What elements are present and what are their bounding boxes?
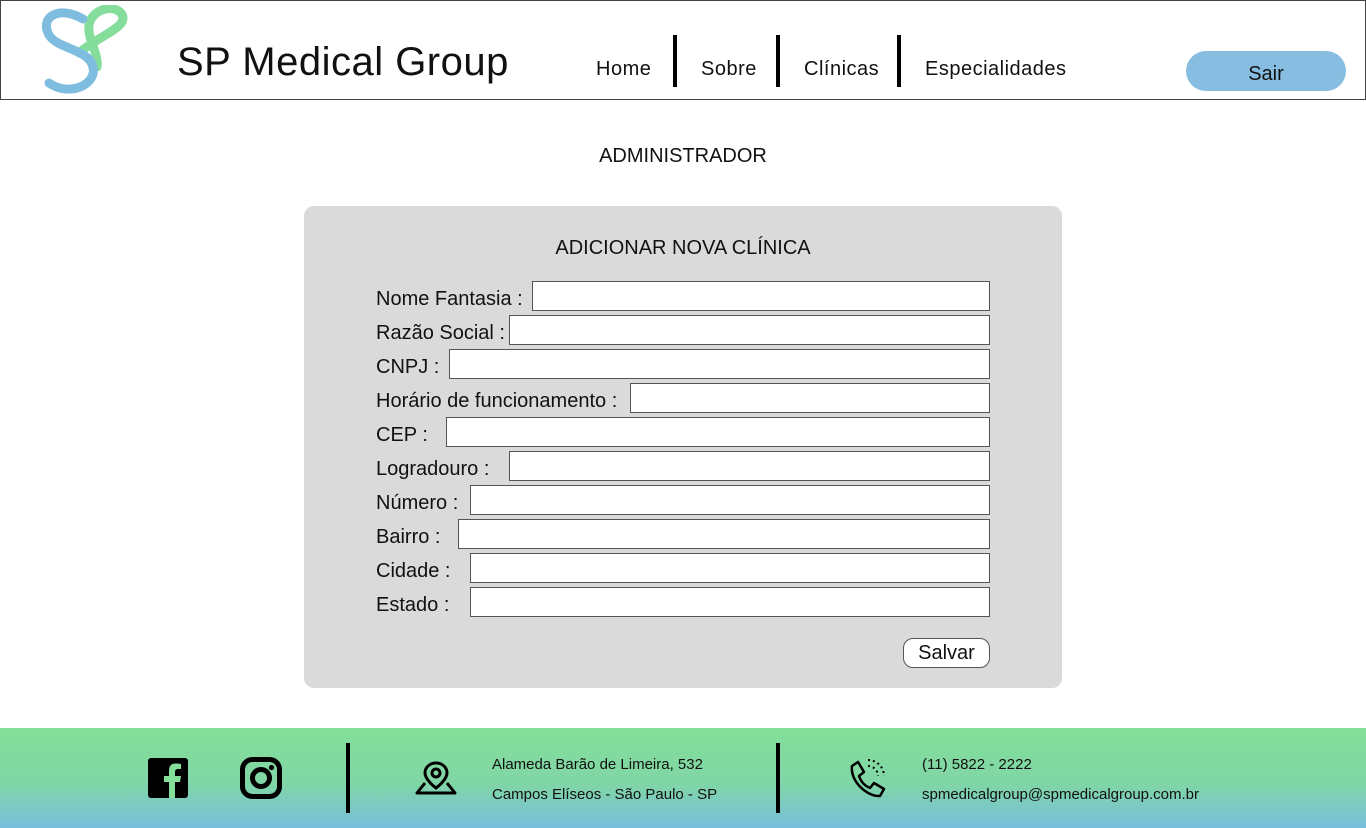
top-navbar: SP Medical Group Home Sobre Clínicas Esp… xyxy=(0,0,1366,100)
estado-input[interactable] xyxy=(470,587,990,617)
facebook-icon[interactable] xyxy=(148,758,188,803)
footer-divider xyxy=(776,743,780,813)
nav-divider xyxy=(776,35,780,87)
horario-input[interactable] xyxy=(630,383,990,413)
instagram-icon[interactable] xyxy=(240,757,282,804)
estado-label: Estado : xyxy=(376,594,450,616)
razao-social-input[interactable] xyxy=(509,315,990,345)
sp-logo-icon[interactable] xyxy=(39,4,129,97)
add-clinic-form: ADICIONAR NOVA CLÍNICA Nome Fantasia : R… xyxy=(304,206,1062,688)
bairro-input[interactable] xyxy=(458,519,990,549)
numero-label: Número : xyxy=(376,492,459,514)
logradouro-label: Logradouro : xyxy=(376,458,490,480)
cnpj-input[interactable] xyxy=(449,349,990,379)
save-button[interactable]: Salvar xyxy=(903,638,990,668)
logout-button[interactable]: Sair xyxy=(1186,51,1346,91)
cnpj-label: CNPJ : xyxy=(376,356,440,378)
map-pin-icon xyxy=(415,761,457,800)
cidade-label: Cidade : xyxy=(376,560,451,582)
cep-input[interactable] xyxy=(446,417,990,447)
footer: Alameda Barão de Limeira, 532 Campos Elí… xyxy=(0,728,1366,828)
bairro-label: Bairro : xyxy=(376,526,441,548)
cidade-input[interactable] xyxy=(470,553,990,583)
phone-icon xyxy=(844,756,888,805)
form-title: ADICIONAR NOVA CLÍNICA xyxy=(555,237,811,259)
nav-sobre[interactable]: Sobre xyxy=(701,57,757,81)
nome-fantasia-input[interactable] xyxy=(532,281,990,311)
footer-phone[interactable]: (11) 5822 - 2222 xyxy=(922,756,1032,774)
horario-label: Horário de funcionamento : xyxy=(376,390,618,412)
logradouro-input[interactable] xyxy=(509,451,990,481)
nav-divider xyxy=(897,35,901,87)
razao-social-label: Razão Social : xyxy=(376,322,505,344)
brand-name: SP Medical Group xyxy=(177,40,509,84)
footer-divider xyxy=(346,743,350,813)
nav-home[interactable]: Home xyxy=(596,57,651,81)
nav-especialidades[interactable]: Especialidades xyxy=(925,57,1067,81)
role-heading: ADMINISTRADOR xyxy=(599,145,767,167)
footer-email[interactable]: spmedicalgroup@spmedicalgroup.com.br xyxy=(922,786,1199,804)
numero-input[interactable] xyxy=(470,485,990,515)
nome-fantasia-label: Nome Fantasia : xyxy=(376,288,523,310)
address-line-2: Campos Elíseos - São Paulo - SP xyxy=(492,786,718,803)
address-line-1: Alameda Barão de Limeira, 532 xyxy=(492,756,703,773)
nav-clinicas[interactable]: Clínicas xyxy=(804,57,879,81)
nav-divider xyxy=(673,35,677,87)
cep-label: CEP : xyxy=(376,424,428,446)
